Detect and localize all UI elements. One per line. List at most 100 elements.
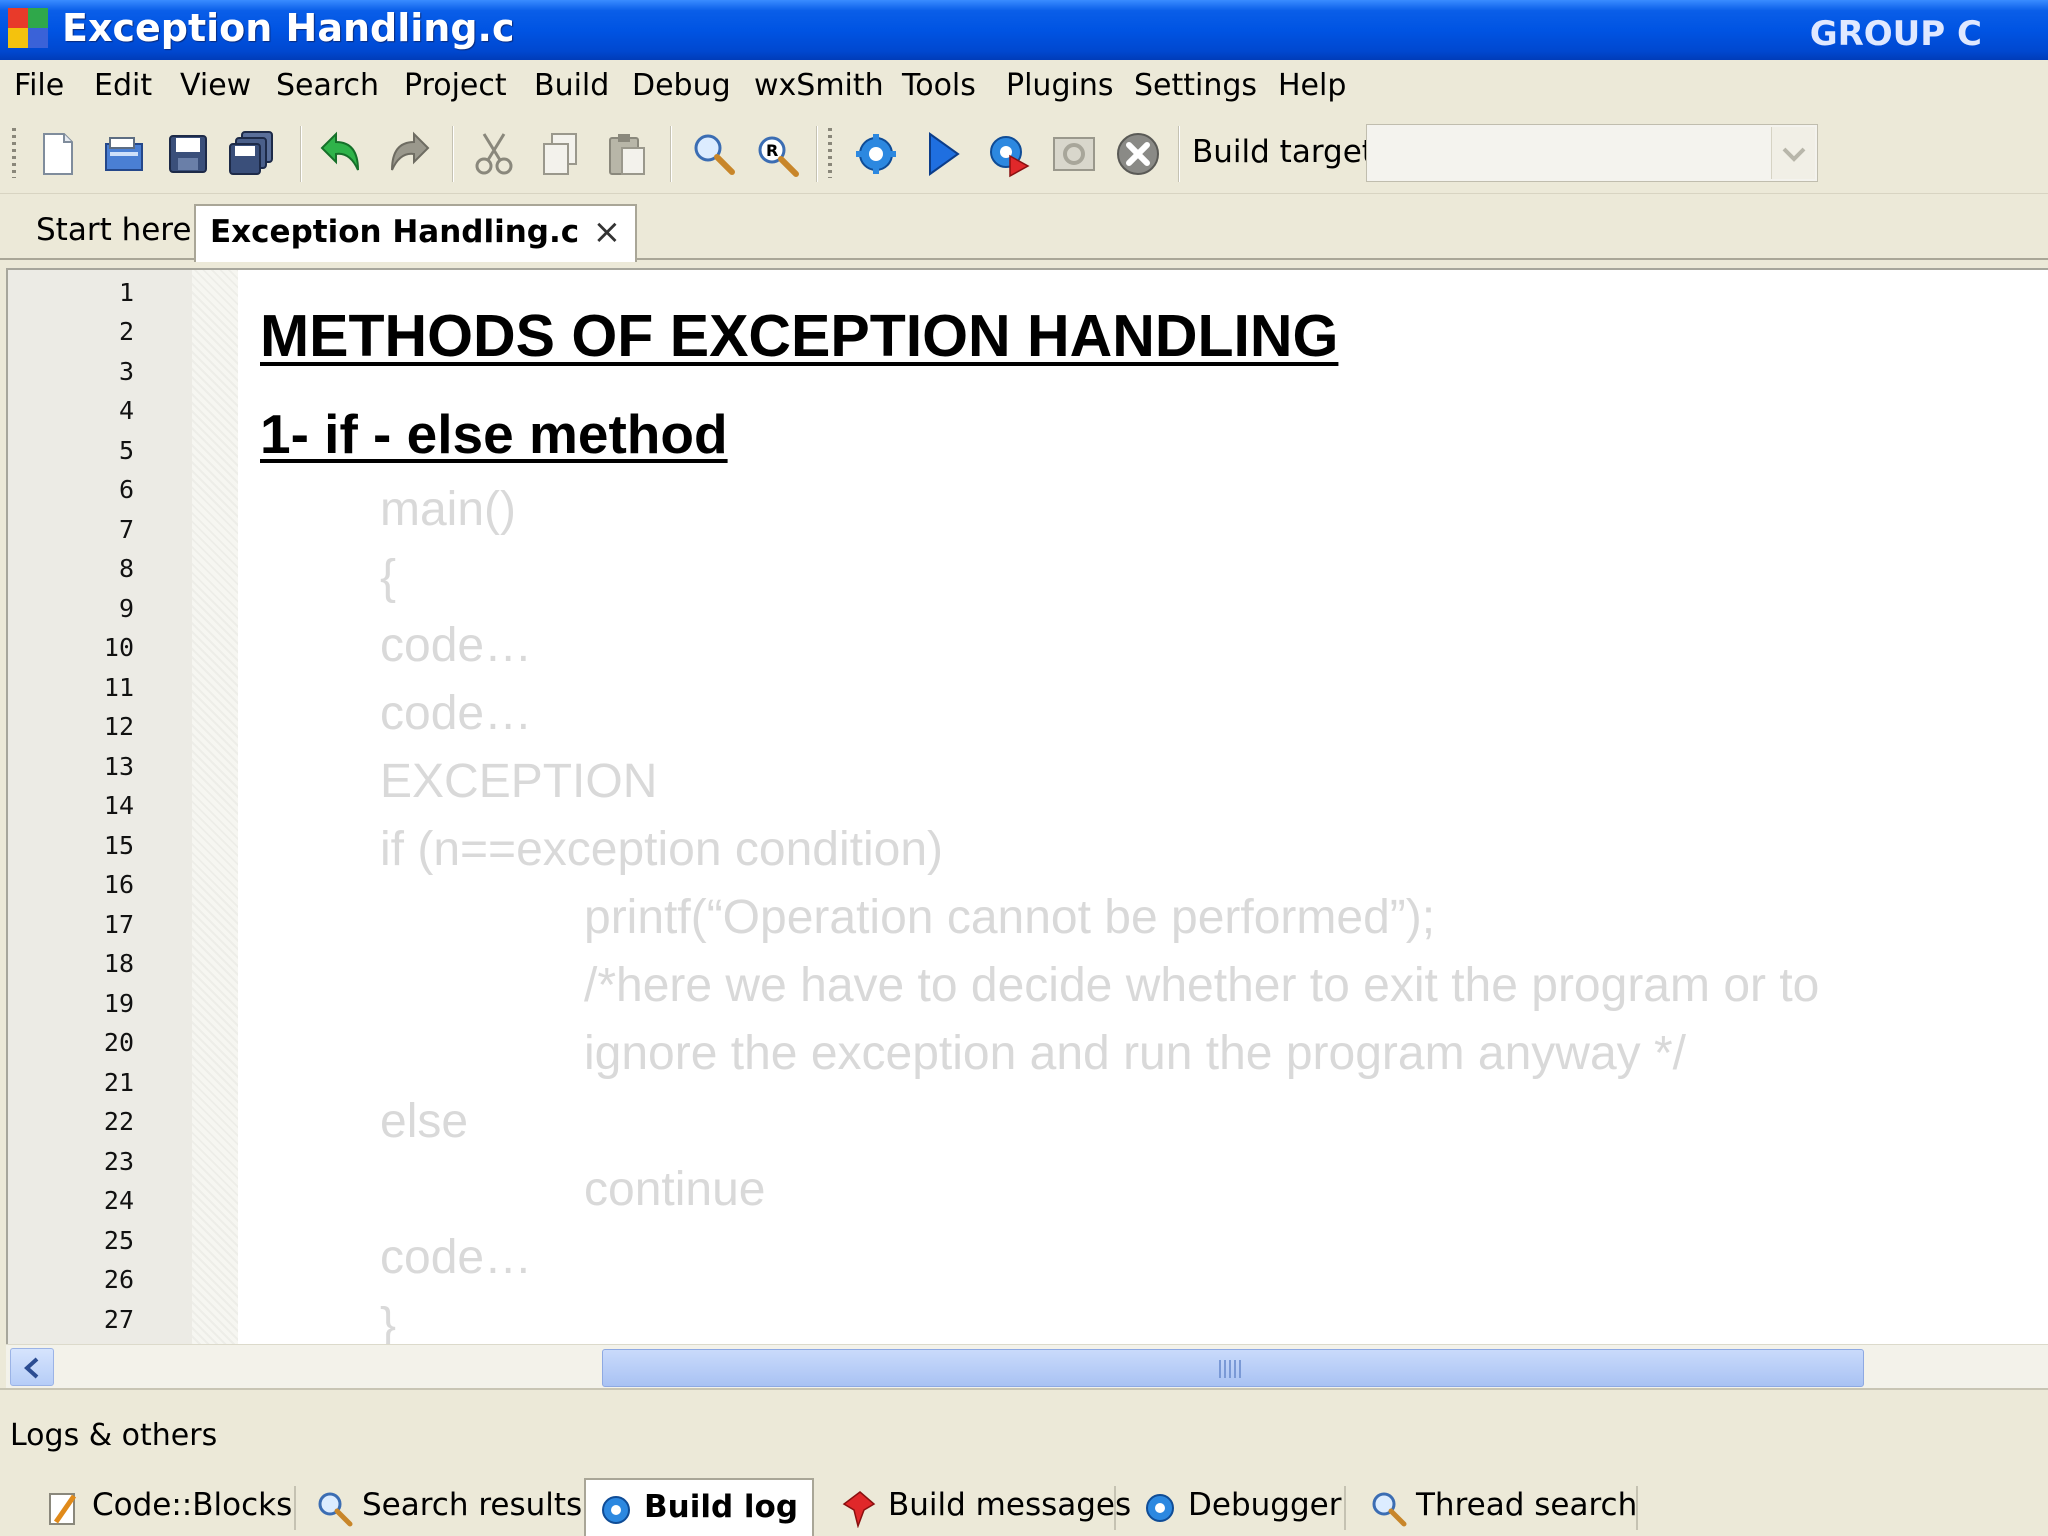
- slide-subheading: 1- if - else method: [260, 403, 728, 465]
- chevron-down-icon[interactable]: [1771, 127, 1815, 179]
- line-number: 16: [103, 870, 134, 899]
- fold-margin: [192, 270, 238, 1344]
- logs-panel: Logs & others Code::Blocks Search result…: [0, 1410, 2048, 1536]
- line-number: 22: [103, 1107, 134, 1136]
- code-line: else: [380, 1095, 469, 1148]
- code-line: /*here we have to decide whether to exit…: [584, 959, 1820, 1012]
- menu-view[interactable]: View: [180, 68, 251, 103]
- redo-icon[interactable]: [384, 130, 432, 178]
- line-number: 27: [103, 1305, 134, 1334]
- toolbar-grip[interactable]: [12, 128, 16, 178]
- search-results-icon: [318, 1492, 353, 1527]
- log-tabs: Code::Blocks Search results Build log Bu…: [0, 1472, 2048, 1536]
- log-tab-label: Search results: [362, 1487, 583, 1523]
- scroll-thumb[interactable]: [602, 1349, 1864, 1387]
- log-tab-build-log[interactable]: Build log: [584, 1478, 814, 1536]
- find-icon[interactable]: [690, 130, 738, 178]
- line-number: 5: [118, 436, 134, 465]
- line-number-gutter: 1 2 3 4 5 6 7 8 9 10 11 12 13 14 15 16 1…: [8, 270, 192, 1344]
- tab-start-here[interactable]: Start here: [22, 204, 205, 262]
- line-number: 9: [118, 594, 134, 623]
- code-editor[interactable]: 1 2 3 4 5 6 7 8 9 10 11 12 13 14 15 16 1…: [6, 268, 2048, 1344]
- line-number: 7: [118, 515, 134, 544]
- tab-divider: [1636, 1486, 1638, 1530]
- line-number: 11: [103, 673, 134, 702]
- scroll-left-button[interactable]: [10, 1348, 54, 1386]
- group-label: GROUP C: [1809, 14, 1982, 54]
- build-target-select[interactable]: [1366, 124, 1818, 182]
- menu-help[interactable]: Help: [1278, 68, 1346, 103]
- codeblocks-icon: [49, 1493, 77, 1525]
- line-number: 19: [103, 989, 134, 1018]
- paste-icon[interactable]: [602, 130, 650, 178]
- panel-splitter[interactable]: [0, 1388, 2048, 1410]
- abort-icon[interactable]: [1114, 130, 1162, 178]
- menu-file[interactable]: File: [14, 68, 64, 103]
- line-number: 17: [103, 910, 134, 939]
- log-tab-codeblocks[interactable]: Code::Blocks: [34, 1478, 292, 1536]
- code-line: ignore the exception and run the program…: [584, 1027, 1687, 1080]
- undo-icon[interactable]: [318, 130, 366, 178]
- copy-icon[interactable]: [536, 130, 584, 178]
- code-line: EXCEPTION: [380, 755, 658, 808]
- toolbar-grip[interactable]: [828, 128, 832, 178]
- tab-exception-handling[interactable]: Exception Handling.c ×: [194, 204, 638, 262]
- slide-heading: METHODS OF EXCEPTION HANDLING: [260, 303, 1339, 369]
- horizontal-scrollbar[interactable]: [6, 1344, 2048, 1388]
- chevron-left-icon: [24, 1357, 39, 1379]
- menu-plugins[interactable]: Plugins: [1006, 68, 1113, 103]
- open-file-icon[interactable]: [100, 130, 148, 178]
- debugger-icon: [1146, 1494, 1174, 1522]
- log-tab-label: Build messages: [888, 1487, 1132, 1523]
- line-number: 13: [103, 752, 134, 781]
- run-icon[interactable]: [918, 130, 966, 178]
- menu-search[interactable]: Search: [276, 68, 379, 103]
- code-line: printf(“Operation cannot be performed”);: [584, 891, 1436, 944]
- tab-divider: [1114, 1486, 1116, 1530]
- menu-edit[interactable]: Edit: [94, 68, 152, 103]
- tab-label: Start here: [36, 212, 192, 248]
- code-line: code…: [380, 619, 533, 672]
- main-toolbar: R Build target:: [0, 112, 2048, 194]
- menu-wxsmith[interactable]: wxSmith: [754, 68, 884, 103]
- tab-divider: [294, 1486, 296, 1530]
- line-number: 14: [103, 791, 134, 820]
- build-icon[interactable]: [852, 130, 900, 178]
- code-line: if (n==exception condition): [380, 823, 944, 876]
- window-title: Exception Handling.c: [62, 6, 515, 50]
- toolbar-separator: [670, 126, 672, 182]
- replace-icon[interactable]: R: [754, 130, 802, 178]
- toolbar-separator: [1178, 126, 1180, 182]
- logs-panel-title: Logs & others: [10, 1418, 218, 1453]
- log-tab-search-results[interactable]: Search results: [304, 1478, 584, 1536]
- new-file-icon[interactable]: [34, 130, 82, 178]
- line-number: 4: [118, 396, 134, 425]
- menu-debug[interactable]: Debug: [632, 68, 731, 103]
- title-bar[interactable]: Exception Handling.c GROUP C: [0, 0, 2048, 60]
- menu-bar: File Edit View Search Project Build Debu…: [0, 60, 2048, 112]
- build-target-label: Build target:: [1192, 134, 1385, 170]
- log-tab-build-messages[interactable]: Build messages: [830, 1478, 1131, 1536]
- codeblocks-app-icon: [8, 8, 48, 48]
- log-tab-thread-search[interactable]: Thread search: [1358, 1478, 1638, 1536]
- menu-tools[interactable]: Tools: [902, 68, 976, 103]
- cut-icon[interactable]: [470, 130, 518, 178]
- menu-build[interactable]: Build: [534, 68, 609, 103]
- menu-project[interactable]: Project: [404, 68, 507, 103]
- line-number: 21: [103, 1068, 134, 1097]
- rebuild-icon[interactable]: [1050, 130, 1098, 178]
- menu-settings[interactable]: Settings: [1134, 68, 1257, 103]
- line-number: 23: [103, 1147, 134, 1176]
- log-tab-debugger[interactable]: Debugger: [1130, 1478, 1341, 1536]
- code-line: code…: [380, 687, 533, 740]
- close-icon[interactable]: ×: [593, 206, 622, 258]
- line-number: 2: [118, 317, 134, 346]
- toolbar-separator: [300, 126, 302, 182]
- tab-divider: [1344, 1486, 1346, 1530]
- code-line: code…: [380, 1231, 533, 1284]
- scroll-thumb-grip-icon: [1219, 1360, 1243, 1378]
- save-all-icon[interactable]: [228, 130, 276, 178]
- build-and-run-icon[interactable]: [984, 130, 1032, 178]
- build-messages-icon: [842, 1491, 876, 1528]
- save-icon[interactable]: [164, 130, 212, 178]
